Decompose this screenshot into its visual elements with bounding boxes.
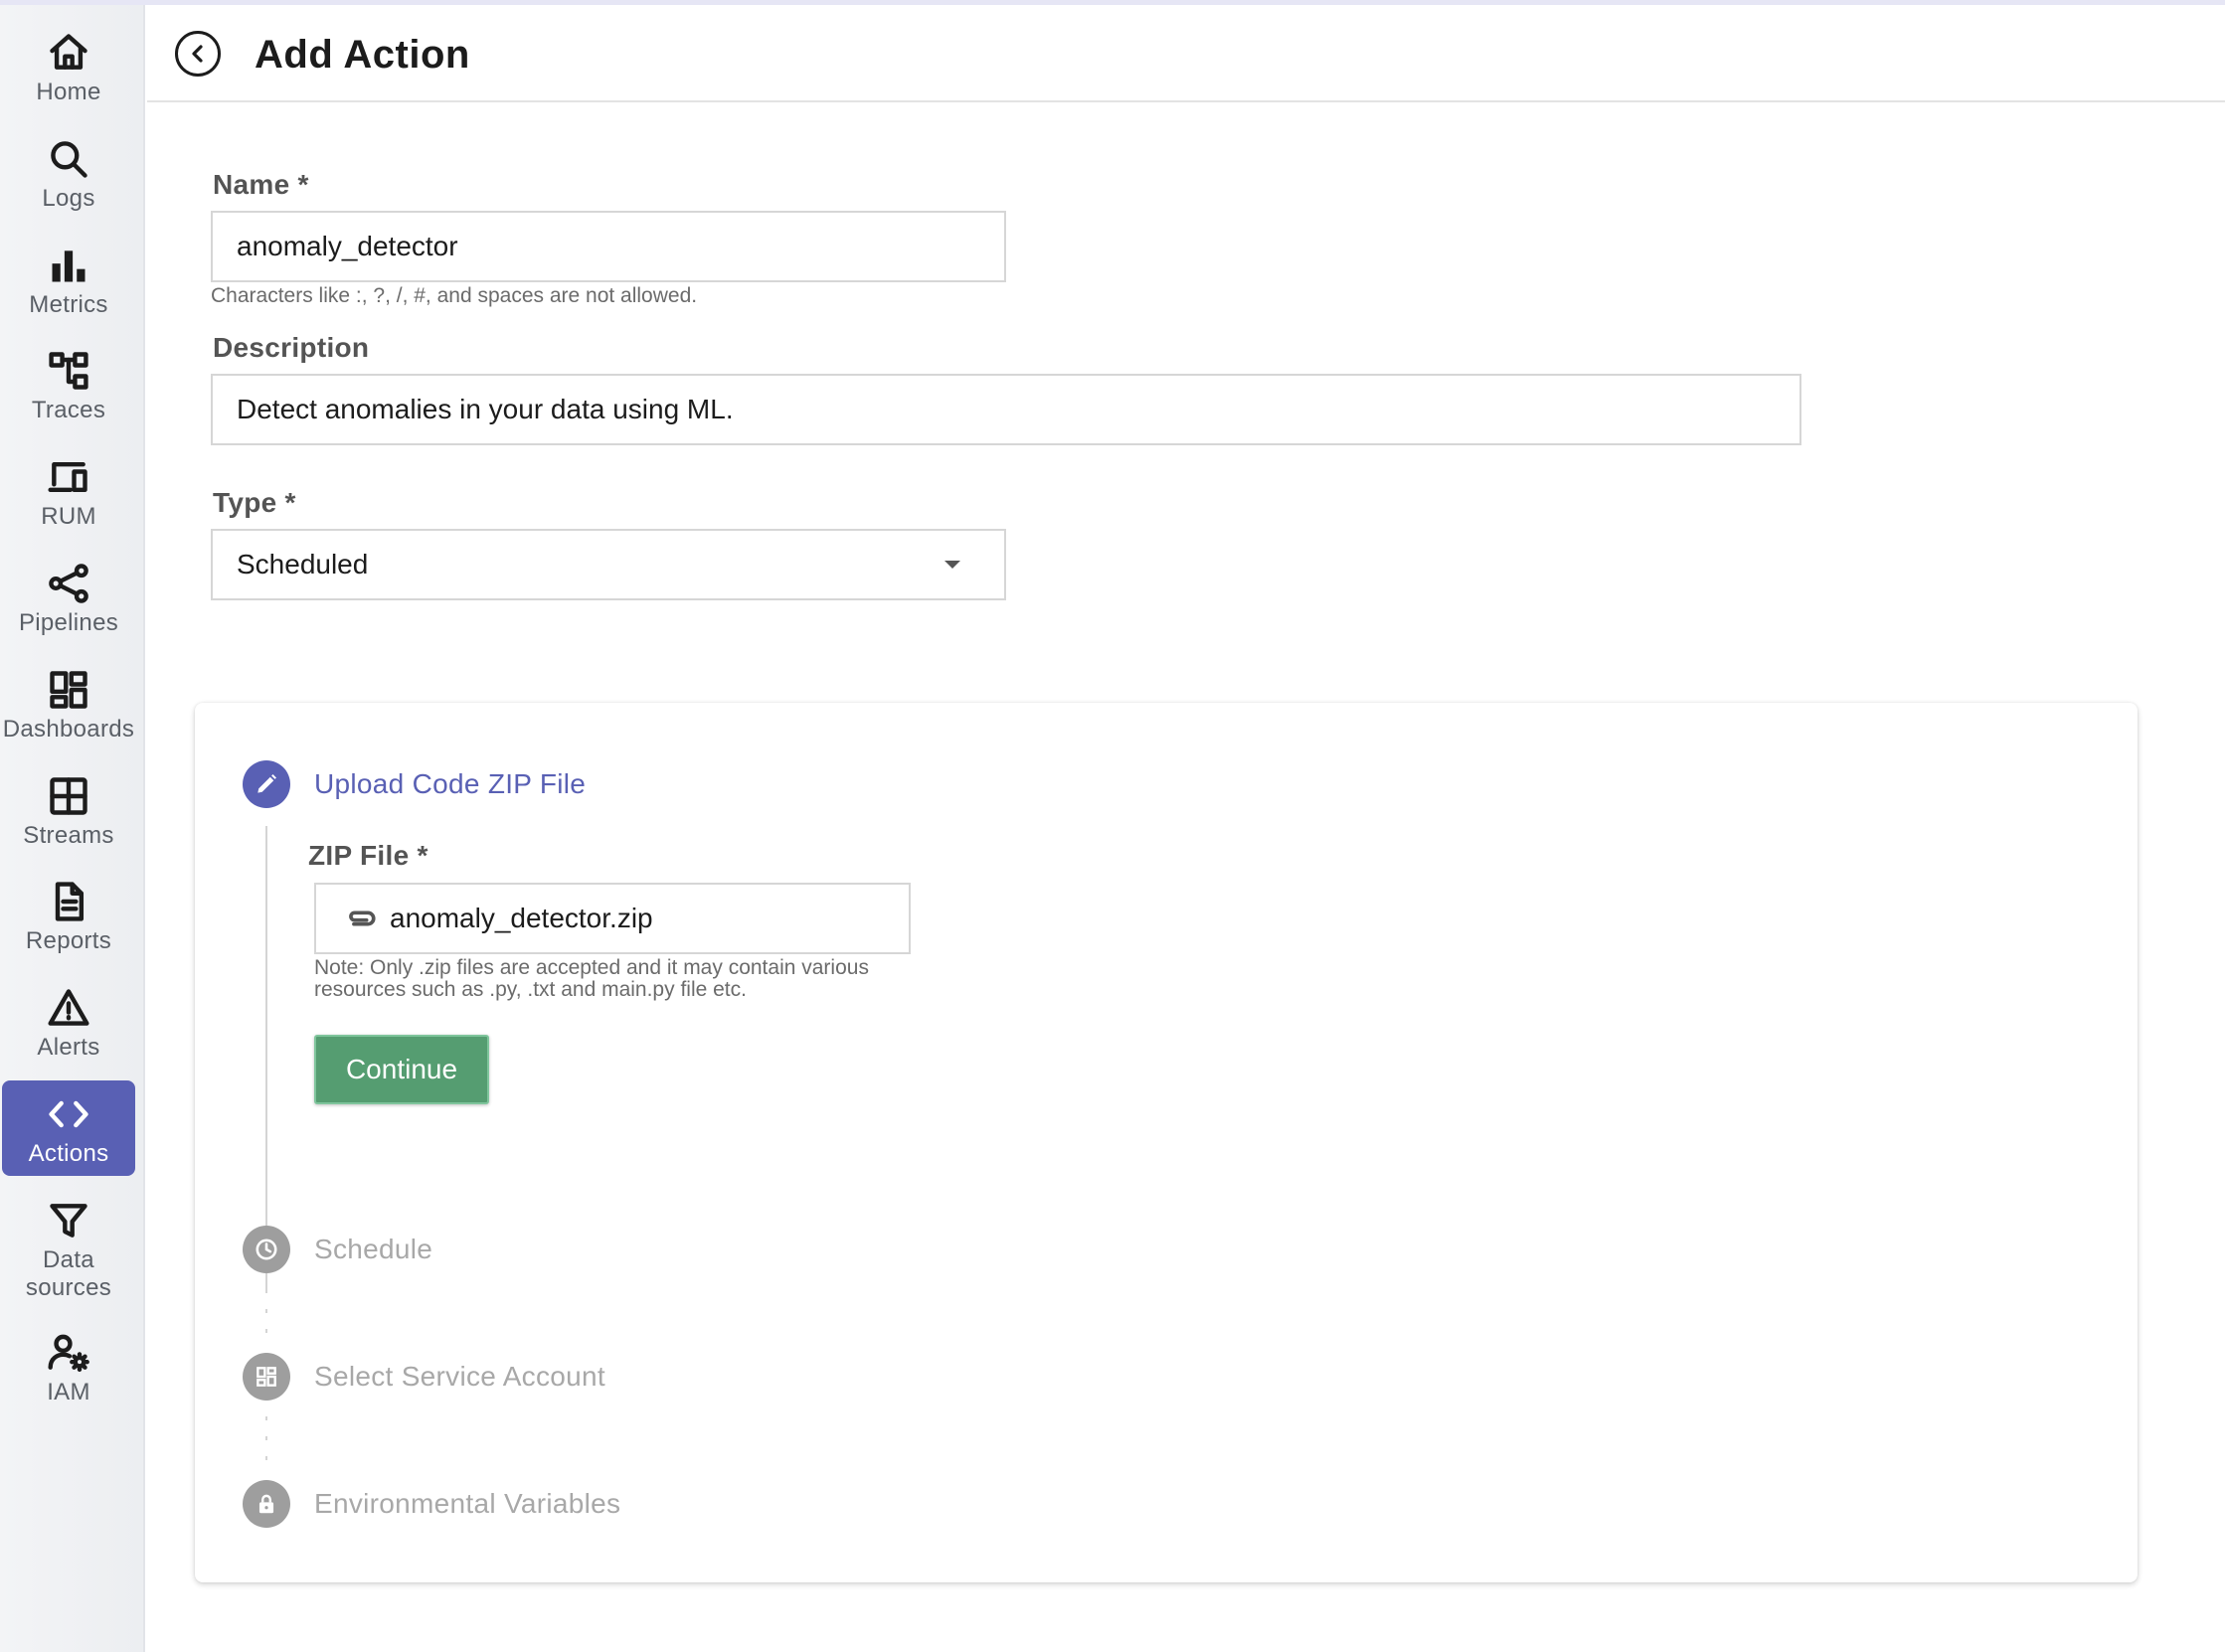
manage-accounts-icon <box>48 1334 89 1373</box>
step-3-title[interactable]: Select Service Account <box>314 1360 605 1394</box>
zip-file-name: anomaly_detector.zip <box>390 903 653 933</box>
sidebar: Home Logs Metrics Traces RUM Pipelines D… <box>0 5 145 1652</box>
step-4-title[interactable]: Environmental Variables <box>314 1487 620 1521</box>
bar-chart-icon <box>52 250 86 282</box>
sidebar-item-label: IAM <box>47 1379 90 1405</box>
document-icon <box>55 882 85 921</box>
dashboard-icon <box>257 1367 276 1387</box>
share-icon <box>49 564 88 603</box>
sidebar-item-label: RUM <box>41 503 96 530</box>
step-1-indicator <box>243 760 290 808</box>
back-button[interactable] <box>175 31 221 77</box>
sidebar-item-traces[interactable]: Traces <box>2 337 135 432</box>
grid-icon <box>50 777 87 815</box>
clock-icon <box>256 1239 277 1260</box>
step-connector <box>265 1289 267 1349</box>
sidebar-item-iam[interactable]: IAM <box>2 1319 135 1414</box>
lock-icon <box>258 1494 274 1514</box>
pencil-icon <box>257 774 276 793</box>
continue-button[interactable]: Continue <box>314 1035 489 1104</box>
sidebar-item-metrics[interactable]: Metrics <box>2 232 135 327</box>
sidebar-item-label: Home <box>36 79 101 105</box>
sidebar-item-home[interactable]: Home <box>2 19 135 114</box>
type-select-value: Scheduled <box>237 549 369 579</box>
zip-file-label: ZIP File * <box>308 840 428 871</box>
sidebar-item-alerts[interactable]: Alerts <box>2 974 135 1070</box>
sidebar-item-label: Alerts <box>37 1034 100 1061</box>
sidebar-item-actions[interactable]: Actions <box>2 1080 135 1176</box>
caret-down-icon <box>944 561 960 569</box>
page-header: Add Action <box>147 5 2225 102</box>
sidebar-item-label: Pipelines <box>18 609 119 636</box>
description-label: Description <box>213 332 370 363</box>
stepper-card: Upload Code ZIP File ZIP File * anomaly_… <box>195 703 2138 1582</box>
step-1-title[interactable]: Upload Code ZIP File <box>314 767 586 801</box>
sidebar-item-label: Traces <box>31 397 106 423</box>
step-2-indicator <box>243 1226 290 1273</box>
sidebar-item-rum[interactable]: RUM <box>2 443 135 539</box>
sidebar-item-label: Reports <box>25 927 112 954</box>
sidebar-item-label-line2: sources <box>25 1274 112 1301</box>
type-label: Type * <box>213 487 296 518</box>
account-tree-icon <box>49 352 88 390</box>
sidebar-item-label: Actions <box>28 1140 109 1167</box>
devices-icon <box>48 461 87 493</box>
sidebar-item-data-sources[interactable]: Data sources <box>2 1187 135 1306</box>
chevron-left-icon <box>192 45 203 63</box>
zip-file-input[interactable]: anomaly_detector.zip <box>314 883 911 954</box>
zip-note-line2: resources such as .py, .txt and main.py … <box>314 978 747 1001</box>
type-select[interactable]: Scheduled <box>211 529 1006 600</box>
sidebar-item-label: Logs <box>42 185 95 212</box>
step-2-title[interactable]: Schedule <box>314 1233 432 1266</box>
description-input[interactable] <box>211 374 1801 445</box>
step-3-indicator <box>243 1353 290 1401</box>
sidebar-item-dashboards[interactable]: Dashboards <box>2 656 135 751</box>
name-input[interactable] <box>211 211 1006 282</box>
sidebar-item-reports[interactable]: Reports <box>2 868 135 963</box>
sidebar-item-logs[interactable]: Logs <box>2 125 135 221</box>
home-icon <box>50 34 87 70</box>
attachment-icon <box>349 910 376 926</box>
sidebar-item-label: Dashboards <box>2 716 135 743</box>
page-title: Add Action <box>255 33 470 77</box>
name-hint: Characters like :, ?, /, #, and spaces a… <box>211 284 698 307</box>
step-4-indicator <box>243 1480 290 1528</box>
step-connector <box>265 1416 267 1476</box>
sidebar-item-streams[interactable]: Streams <box>2 762 135 858</box>
sidebar-item-label: Metrics <box>29 291 108 318</box>
name-label: Name * <box>213 169 309 200</box>
zip-note-line1: Note: Only .zip files are accepted and i… <box>314 956 869 979</box>
filter-icon <box>50 1204 87 1238</box>
dashboard-icon <box>50 671 87 709</box>
step-connector <box>265 1200 267 1224</box>
sidebar-item-pipelines[interactable]: Pipelines <box>2 550 135 645</box>
code-icon <box>49 1100 88 1128</box>
sidebar-item-label: Streams <box>23 822 114 849</box>
search-icon <box>51 141 87 178</box>
warning-icon <box>48 989 89 1026</box>
sidebar-item-label-line1: Data <box>43 1246 94 1273</box>
